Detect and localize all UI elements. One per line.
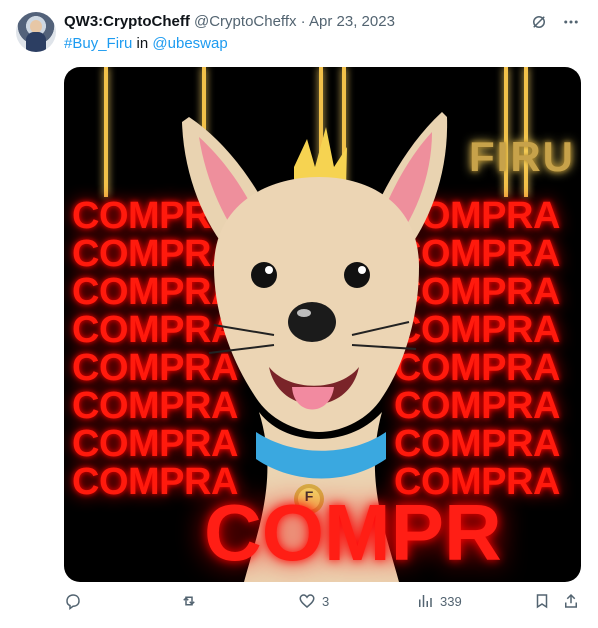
more-icon[interactable] (562, 13, 580, 31)
tweet-image[interactable]: COMPRA COMPRA COMPRA COMPRA COMPRA COMPR… (64, 67, 581, 582)
tweet-text: #Buy_Firu in @ubeswap (64, 34, 228, 54)
reply-icon (64, 592, 82, 610)
grok-icon[interactable] (530, 13, 548, 31)
retweet-button[interactable] (180, 592, 198, 610)
like-icon (298, 592, 316, 610)
share-button[interactable] (562, 592, 580, 610)
share-icon (562, 592, 580, 610)
community-link[interactable]: @ubeswap (152, 35, 227, 52)
bookmark-icon (533, 592, 551, 610)
action-bar: 3 339 (64, 592, 581, 620)
reply-button[interactable] (64, 592, 82, 610)
handle[interactable]: @CryptoCheffx (194, 13, 297, 30)
bookmark-button[interactable] (533, 592, 551, 610)
retweet-icon (180, 592, 198, 610)
separator-dot: · (300, 13, 306, 30)
in-word: in (136, 35, 149, 52)
big-bg-text: COMPR (204, 488, 502, 577)
hashtag-link[interactable]: #Buy_Firu (64, 35, 132, 52)
views-button[interactable]: 339 (416, 592, 462, 610)
tweet-date[interactable]: Apr 23, 2023 (309, 13, 395, 30)
avatar[interactable] (16, 12, 56, 52)
avatar-body (26, 32, 46, 52)
views-icon (416, 592, 434, 610)
views-count: 339 (440, 593, 462, 609)
display-name[interactable]: QW3:CryptoCheff (64, 13, 190, 30)
tweet-header: QW3:CryptoCheff @CryptoCheffx · Apr 23, … (64, 12, 395, 32)
like-button[interactable]: 3 (298, 592, 329, 610)
top-icons (530, 13, 580, 31)
like-count: 3 (322, 593, 330, 609)
